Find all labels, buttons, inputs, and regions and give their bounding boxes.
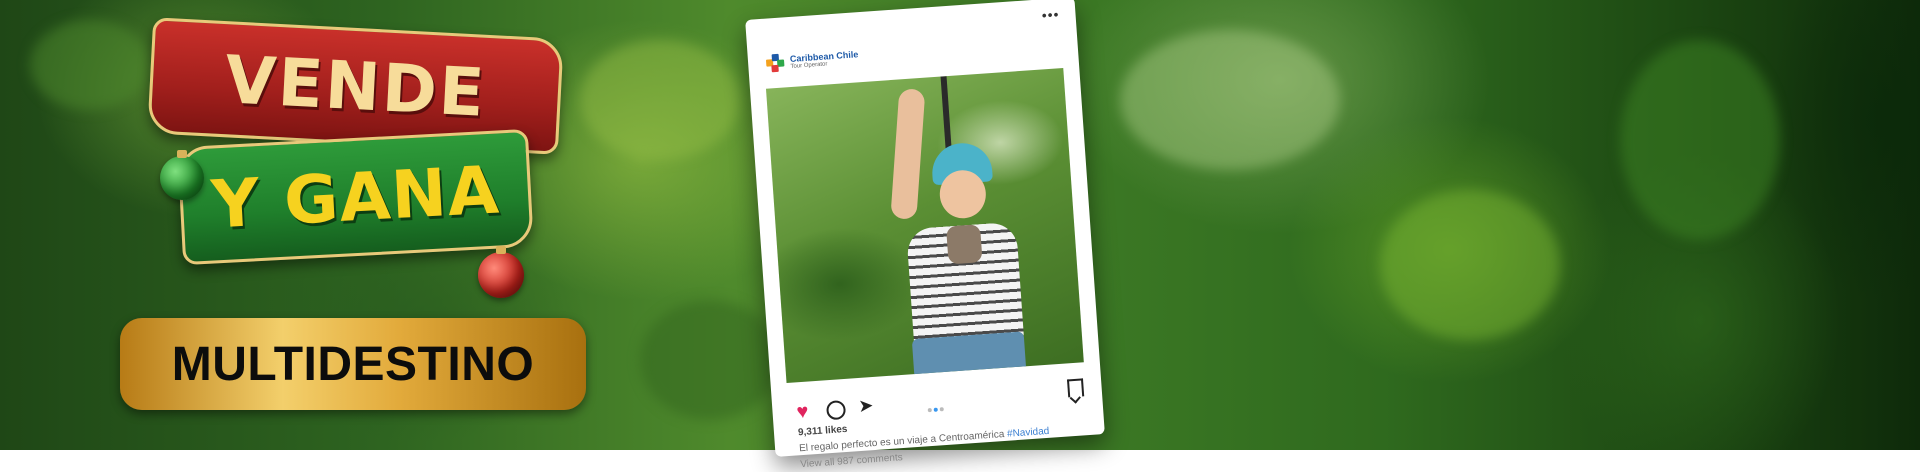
red-ornament-icon xyxy=(478,246,524,298)
more-icon[interactable]: ••• xyxy=(1041,6,1060,23)
multidestino-badge: MULTIDESTINO xyxy=(120,318,586,410)
send-icon[interactable]: ➤ xyxy=(858,395,874,416)
post-actions: ♥ ➤ xyxy=(796,378,1085,424)
likes-count: 9,311 likes xyxy=(797,423,848,439)
carousel-pager xyxy=(926,398,945,417)
badge-label: MULTIDESTINO xyxy=(171,337,535,391)
y-gana-ribbon: Y GANA xyxy=(177,128,534,266)
title-line-2: Y GANA xyxy=(209,151,502,243)
bookmark-icon[interactable] xyxy=(1066,378,1085,398)
brand-logo: Caribbean Chile Tour Operator xyxy=(765,48,860,73)
view-comments-link[interactable]: View all 987 comments xyxy=(800,452,903,470)
shorts xyxy=(911,331,1027,380)
instagram-post-card[interactable]: Caribbean Chile Tour Operator ••• ♥ ➤ 9,… xyxy=(745,0,1105,470)
hashtag-link[interactable]: #Navidad xyxy=(1007,426,1050,440)
heart-icon[interactable]: ♥ xyxy=(796,401,809,424)
green-ornament-icon xyxy=(160,150,204,200)
title-line-1: VENDE xyxy=(223,40,488,132)
logo-mark-icon xyxy=(765,53,785,73)
glove xyxy=(946,224,983,265)
comment-icon[interactable] xyxy=(825,400,847,421)
post-photo xyxy=(765,67,1084,384)
person-arm xyxy=(890,88,926,220)
